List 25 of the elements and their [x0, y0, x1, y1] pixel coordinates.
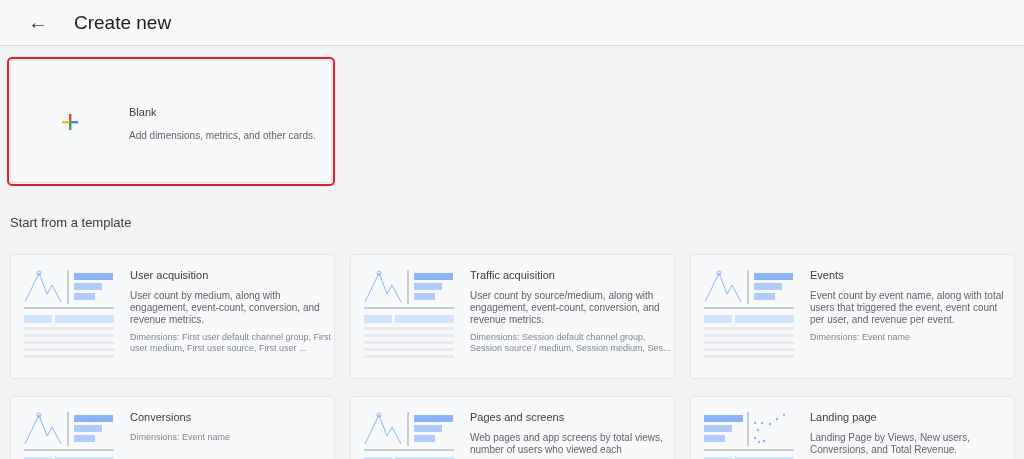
- card-title: Events: [810, 269, 845, 281]
- template-card[interactable]: Pages and screens Web pages and app screens by total views, number of users who viewed each: [350, 396, 675, 459]
- card-description: User count by source/medium, along with engagement, event-count, conversion, and revenue metrics.: [470, 290, 661, 326]
- template-card[interactable]: Landing page Landing Page by Views, New users, Conversions, and Total Revenue.: [690, 396, 1015, 459]
- back-button[interactable]: ←: [24, 11, 52, 34]
- card-dimensions: Dimensions: First user default channel group, First user medium, First user source, First user ...: [130, 332, 333, 354]
- card-description: Landing Page by Views, New users, Conversions, and Total Revenue.: [810, 432, 971, 456]
- card-title: Traffic acquisition: [470, 269, 556, 281]
- card-description: User count by medium, along with engagement, event-count, conversion, and revenue metrics.: [130, 290, 321, 326]
- template-card[interactable]: Conversions Dimensions: Event name: [10, 396, 335, 459]
- card-title: Landing page: [810, 411, 878, 423]
- card-title: User acquisition: [130, 269, 210, 281]
- blank-card[interactable]: Blank Add dimensions, metrics, and other cards.: [10, 60, 332, 183]
- card-title: Pages and screens: [470, 411, 566, 423]
- card-dimensions: Dimensions: Event name: [810, 332, 912, 343]
- page-title: Create new: [74, 11, 172, 34]
- card-title: Blank: [129, 105, 158, 118]
- card-description: Web pages and app screens by total views, number of users who viewed each: [470, 432, 664, 456]
- card-title: Conversions: [130, 411, 193, 423]
- card-description: Event count by event name, along with total users that triggered the event, event count per user, and revenue per event.: [810, 290, 1005, 326]
- template-card[interactable]: Events Event count by event name, along with total users that triggered the event, event count per user, and revenue per event. Dimensions: Event name: [690, 254, 1015, 379]
- section-heading: Start from a template: [10, 215, 133, 230]
- card-dimensions: Dimensions: Session default channel group, Session source / medium, Session medium, Ses...: [470, 332, 672, 354]
- card-dimensions: Dimensions: Event name: [130, 432, 232, 443]
- card-description: Add dimensions, metrics, and other cards.: [129, 129, 316, 142]
